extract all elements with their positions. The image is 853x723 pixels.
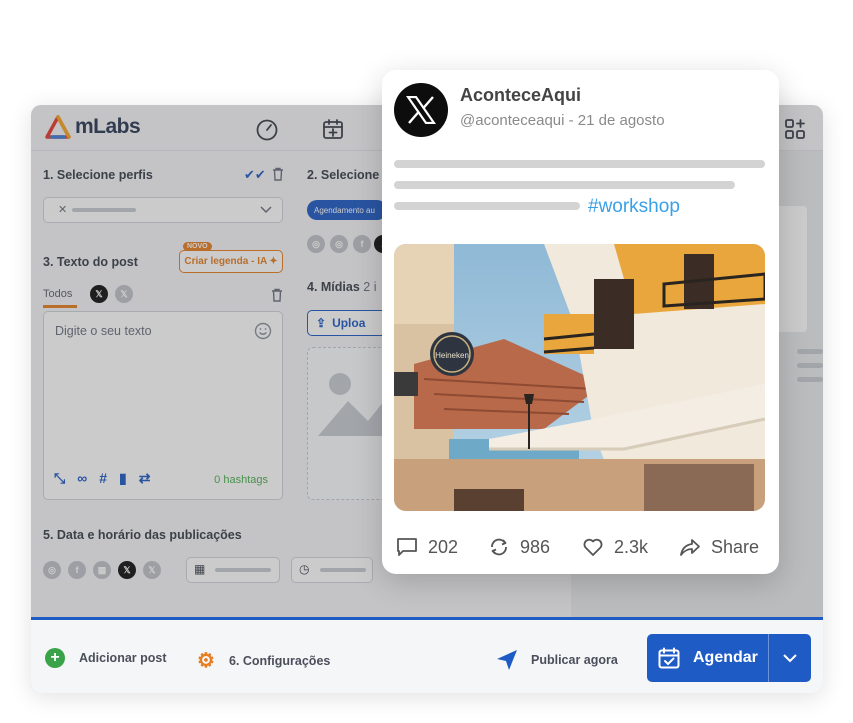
tab-all-underline bbox=[43, 305, 77, 308]
x-network-icon[interactable]: 𝕏 bbox=[90, 285, 108, 303]
comment-icon bbox=[397, 538, 417, 556]
post-preview-card: AconteceAqui @aconteceaqui - 21 de agost… bbox=[382, 70, 779, 574]
send-icon bbox=[497, 650, 517, 670]
preview-line bbox=[797, 349, 823, 354]
retweet-count: 986 bbox=[520, 536, 551, 557]
plus-circle-icon: + bbox=[45, 648, 65, 668]
profile-select[interactable]: ✕ bbox=[43, 197, 283, 223]
date-placeholder bbox=[215, 568, 271, 572]
dashboard-gauge-icon[interactable] bbox=[255, 117, 279, 141]
like-action[interactable]: 2.3k bbox=[582, 536, 648, 558]
logo-text: mLabs bbox=[75, 115, 141, 138]
text-line-placeholder bbox=[394, 181, 735, 189]
text-line-placeholder bbox=[394, 160, 765, 168]
chevron-down-icon bbox=[260, 206, 272, 214]
heart-icon bbox=[583, 538, 603, 556]
street-scene-photo: Heineken bbox=[394, 244, 765, 511]
post-text-placeholder: Digite o seu texto bbox=[55, 324, 152, 338]
text-line-placeholder bbox=[394, 202, 580, 210]
add-post-button[interactable]: + Adicionar post bbox=[45, 648, 167, 668]
chevron-down-icon[interactable] bbox=[783, 653, 797, 663]
upload-icon: ⇪ bbox=[316, 316, 327, 330]
x-network-secondary-icon[interactable]: 𝕏 bbox=[143, 561, 161, 579]
repost-icon[interactable]: ⇄ bbox=[139, 470, 151, 487]
post-author: AconteceAqui bbox=[460, 85, 582, 105]
post-image[interactable]: Heineken bbox=[394, 244, 765, 511]
clock-icon: ◷ bbox=[299, 562, 310, 576]
time-placeholder bbox=[320, 568, 366, 572]
scheduling-chip[interactable]: Agendamento au bbox=[307, 200, 387, 220]
remove-chip-icon[interactable]: ✕ bbox=[58, 203, 67, 216]
add-post-label: Adicionar post bbox=[79, 651, 167, 665]
preview-line bbox=[797, 363, 823, 368]
like-count: 2.3k bbox=[614, 536, 649, 557]
share-action[interactable]: Share bbox=[679, 536, 759, 558]
instagram-icon[interactable]: ◎ bbox=[307, 235, 325, 253]
schedule-button[interactable]: Agendar bbox=[647, 634, 811, 682]
shorten-link-icon[interactable]: ⤡ bbox=[54, 470, 65, 487]
step5-title: 5. Data e horário das publicações bbox=[43, 528, 242, 542]
x-network-secondary-icon[interactable]: 𝕏 bbox=[115, 285, 133, 303]
footer-bar: + Adicionar post ⚙ 6. Configurações Publ… bbox=[31, 617, 823, 693]
post-text-area[interactable]: Digite o seu texto ⤡ ∞ # ▮ ⇄ 0 hashtags bbox=[43, 311, 283, 500]
publish-now-label: Publicar agora bbox=[531, 653, 618, 667]
selected-profile-placeholder bbox=[72, 208, 136, 212]
emoji-icon[interactable] bbox=[254, 322, 272, 340]
calendar-check-icon bbox=[658, 647, 680, 669]
reply-action[interactable]: 202 bbox=[396, 536, 458, 558]
ai-caption-label: Criar legenda - IA bbox=[184, 256, 268, 267]
sparkle-icon: ✦ bbox=[269, 256, 278, 267]
link-icon[interactable]: ∞ bbox=[77, 470, 87, 487]
new-badge: NOVO bbox=[183, 242, 212, 251]
x-logo-icon bbox=[406, 96, 436, 124]
instagram-icon[interactable]: ◎ bbox=[43, 561, 61, 579]
time-field[interactable]: ◷ bbox=[291, 557, 373, 583]
heineken-sign-text: Heineken bbox=[435, 351, 469, 360]
step2-title: 2. Selecione bbox=[307, 168, 380, 182]
trash-icon[interactable] bbox=[271, 288, 283, 302]
post-handle: @aconteceaqui - 21 de agosto bbox=[460, 112, 665, 129]
mlabs-logo-icon bbox=[45, 115, 71, 139]
reply-count: 202 bbox=[428, 536, 459, 557]
facebook-icon[interactable]: f bbox=[353, 235, 371, 253]
publish-now-button[interactable]: Publicar agora bbox=[495, 648, 618, 672]
post-hashtag[interactable]: #workshop bbox=[588, 196, 680, 218]
google-business-icon[interactable]: ▦ bbox=[93, 561, 111, 579]
preview-line bbox=[797, 377, 823, 382]
schedule-label: Agendar bbox=[693, 649, 758, 666]
retweet-action[interactable]: 986 bbox=[488, 536, 550, 558]
x-network-icon[interactable]: 𝕏 bbox=[118, 561, 136, 579]
ai-caption-button[interactable]: Criar legenda - IA ✦ bbox=[179, 250, 283, 273]
mlabs-logo[interactable]: mLabs bbox=[45, 115, 141, 139]
calendar-icon: ▦ bbox=[194, 562, 206, 576]
calendar-add-icon[interactable] bbox=[321, 117, 345, 141]
instagram-alt-icon[interactable]: ◎ bbox=[330, 235, 348, 253]
retweet-icon bbox=[491, 538, 507, 556]
share-arrow-icon bbox=[680, 539, 700, 556]
settings-button[interactable]: ⚙ 6. Configurações bbox=[197, 648, 330, 673]
hashtag-icon[interactable]: # bbox=[99, 470, 107, 487]
step4-title: 4. Mídias 2 i bbox=[307, 280, 376, 294]
date-field[interactable]: ▦ bbox=[186, 557, 280, 583]
step3-title: 3. Texto do post bbox=[43, 255, 138, 269]
tab-all[interactable]: Todos bbox=[43, 288, 72, 300]
trash-icon[interactable] bbox=[272, 167, 284, 181]
step4-suffix: 2 i bbox=[363, 280, 377, 294]
upload-label: Uploa bbox=[332, 316, 366, 330]
hashtag-count: 0 hashtags bbox=[214, 474, 268, 486]
file-icon[interactable]: ▮ bbox=[119, 470, 127, 487]
add-widget-icon[interactable] bbox=[783, 117, 807, 141]
step1-title: 1. Selecione perfis bbox=[43, 168, 153, 182]
settings-label: 6. Configurações bbox=[228, 653, 331, 668]
step4-label: 4. Mídias bbox=[307, 280, 360, 294]
facebook-icon[interactable]: f bbox=[68, 561, 86, 579]
share-label: Share bbox=[711, 536, 760, 557]
x-avatar bbox=[394, 83, 448, 137]
select-all-check-icon[interactable]: ✔✔ bbox=[244, 167, 266, 183]
gear-icon: ⚙ bbox=[197, 650, 215, 672]
